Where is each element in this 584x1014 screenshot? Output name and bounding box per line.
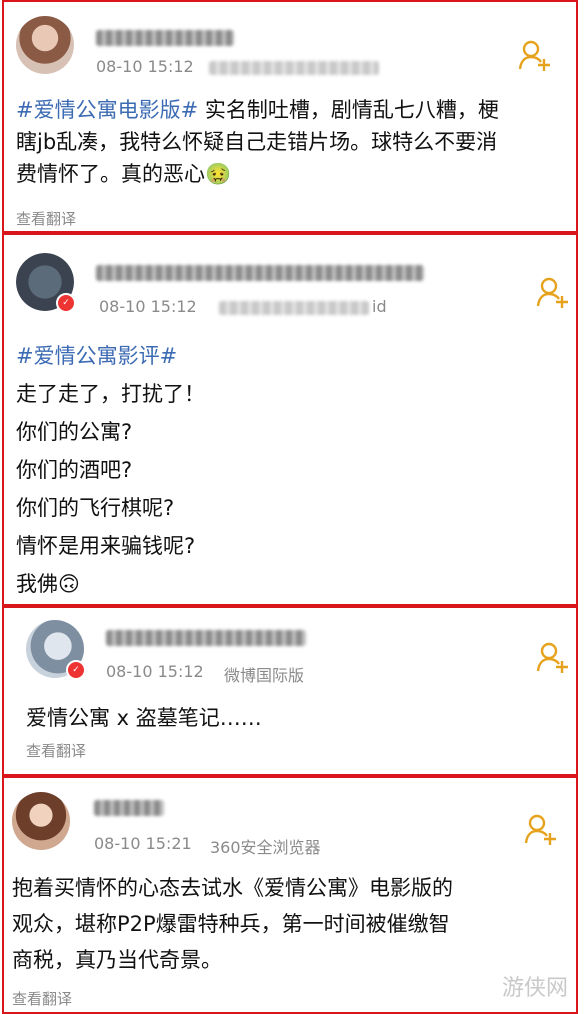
post-line: 走了走了，打扰了！ — [16, 382, 205, 406]
post-line: 我佛🙃 — [16, 572, 80, 596]
post-line: 你们的公寓? — [16, 420, 133, 444]
post-text: #爱情公寓电影版# 实名制吐槽，剧情乱七八糟，梗 瞎jb乱凑，我特么怀疑自己走错… — [16, 94, 566, 190]
site-watermark: 游侠网 — [501, 976, 568, 1001]
post-line: 爱情公寓 x 盗墓笔记…… — [26, 706, 262, 730]
weibo-post-2: ✓ 08-10 15:12 id #爱情公寓影评# 走了走了，打扰了！ 你们的公… — [2, 233, 578, 606]
post-source-blurred — [209, 61, 379, 75]
post-line: 费情怀了。真的恶心🤢 — [16, 162, 232, 186]
post-line: 你们的飞行棋呢? — [16, 496, 175, 520]
post-source: 360安全浏览器 — [210, 838, 321, 857]
post-source: 微博国际版 — [224, 666, 305, 685]
translate-link[interactable]: 查看翻译 — [12, 988, 72, 1009]
user-avatar[interactable] — [16, 16, 74, 74]
post-source-tail: id — [372, 297, 387, 316]
hashtag-link[interactable]: #爱情公寓影评# — [16, 344, 177, 368]
weibo-post-3: ✓ 08-10 15:12 微博国际版 爱情公寓 x 盗墓笔记…… 查看翻译 — [2, 606, 578, 776]
post-time: 08-10 15:12 — [96, 57, 194, 76]
verified-badge: ✓ — [66, 660, 86, 680]
weibo-post-1: 08-10 15:12 #爱情公寓电影版# 实名制吐槽，剧情乱七八糟，梗 瞎jb… — [2, 0, 578, 233]
add-user-icon[interactable] — [524, 812, 558, 846]
hashtag-link[interactable]: #爱情公寓电影版# — [16, 98, 198, 122]
weibo-post-4: 08-10 15:21 360安全浏览器 抱着买情怀的心态去试水《爱情公寓》电影… — [2, 776, 578, 1014]
add-user-icon[interactable] — [536, 275, 570, 309]
user-avatar[interactable] — [12, 792, 70, 850]
username-blurred[interactable] — [96, 265, 424, 281]
post-line: 情怀是用来骗钱呢? — [16, 534, 196, 558]
post-time: 08-10 15:12 — [106, 662, 204, 681]
post-line: 抱着买情怀的心态去试水《爱情公寓》电影版的 — [12, 876, 453, 900]
username-blurred[interactable] — [96, 30, 234, 46]
post-line: 瞎jb乱凑，我特么怀疑自己走错片场。球特么不要消 — [16, 130, 498, 154]
username-blurred[interactable] — [106, 630, 306, 646]
verified-badge: ✓ — [56, 293, 76, 313]
post-text: 抱着买情怀的心态去试水《爱情公寓》电影版的 观众，堪称P2P爆雷特种兵，第一时间… — [12, 870, 572, 978]
post-time: 08-10 15:21 — [94, 834, 192, 853]
translate-link[interactable]: 查看翻译 — [26, 740, 86, 761]
post-text: #爱情公寓影评# 走了走了，打扰了！ 你们的公寓? 你们的酒吧? 你们的飞行棋呢… — [16, 337, 566, 603]
post-line: 商税，真乃当代奇景。 — [12, 948, 222, 972]
post-time: 08-10 15:12 — [99, 297, 197, 316]
username-blurred[interactable] — [94, 800, 164, 816]
post-line: 实名制吐槽，剧情乱七八糟，梗 — [204, 98, 499, 122]
translate-link[interactable]: 查看翻译 — [16, 208, 76, 229]
post-text: 爱情公寓 x 盗墓笔记…… — [26, 702, 546, 734]
add-user-icon[interactable] — [518, 38, 552, 72]
add-user-icon[interactable] — [536, 640, 570, 674]
post-source-blurred — [219, 301, 369, 315]
post-line: 你们的酒吧? — [16, 458, 133, 482]
post-line: 观众，堪称P2P爆雷特种兵，第一时间被催缴智 — [12, 912, 450, 936]
